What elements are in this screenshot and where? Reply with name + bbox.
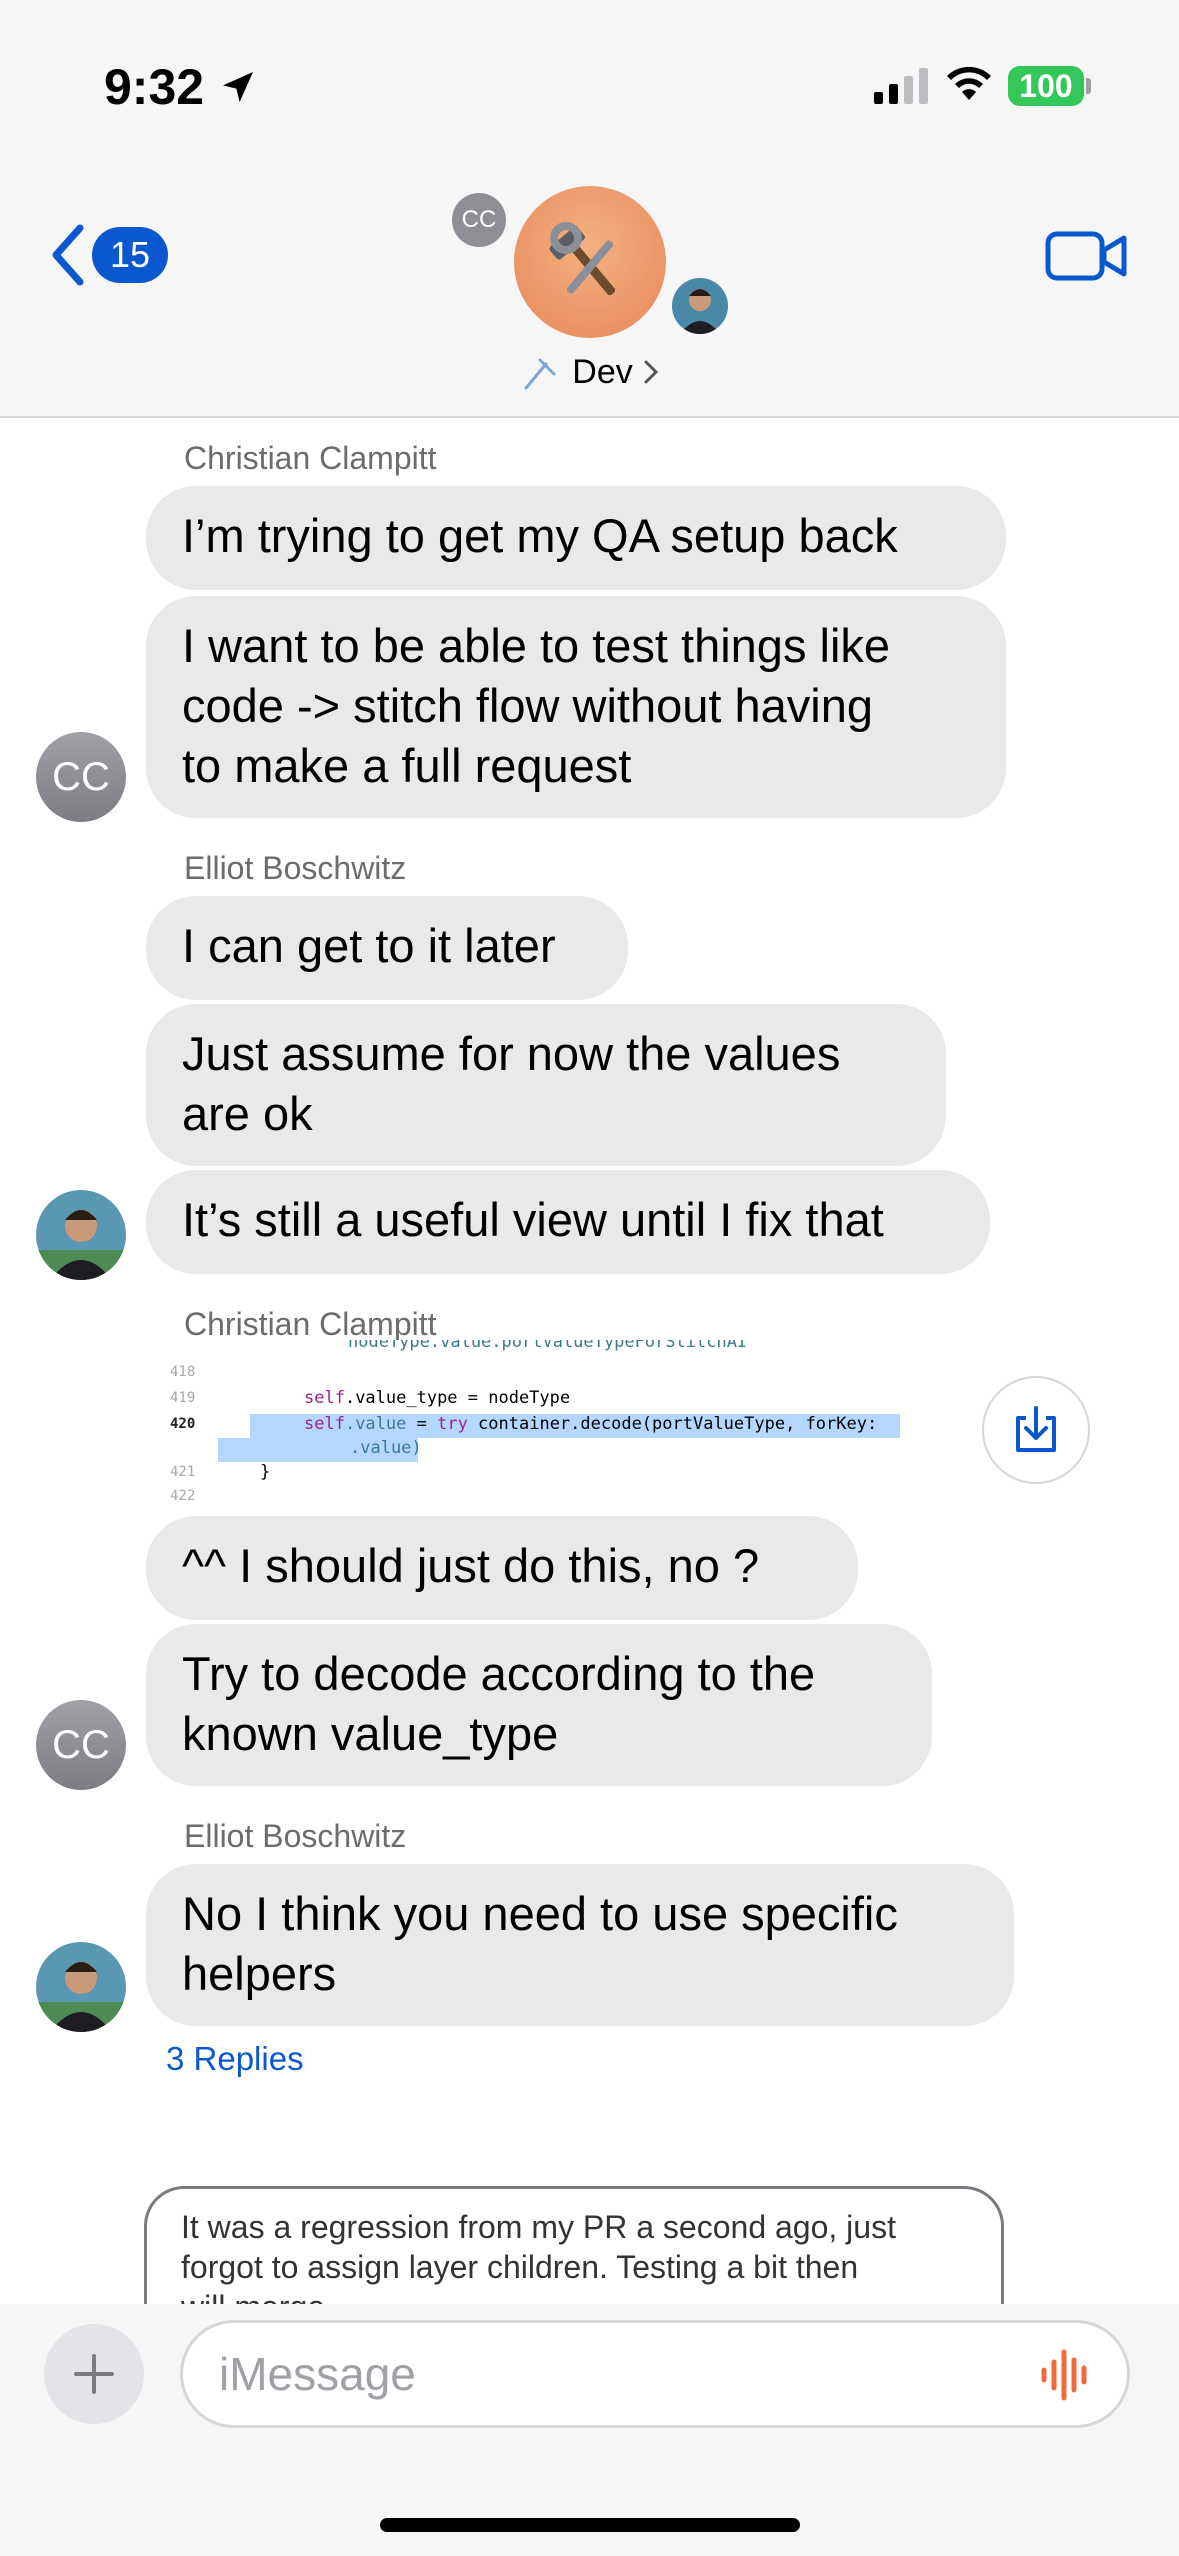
message-input-placeholder: iMessage	[219, 2348, 416, 2400]
location-arrow-icon	[223, 72, 254, 102]
thread-replies-link[interactable]: 3 Replies	[166, 2040, 304, 2078]
group-name-button[interactable]: Dev	[0, 352, 1179, 392]
sender-name: Elliot Boschwitz	[184, 1818, 407, 1854]
message-bubble[interactable]: It’s still a useful view until I fix tha…	[146, 1170, 990, 1274]
line-number: 421	[170, 1464, 196, 1480]
line-number: 422	[170, 1488, 196, 1504]
code-keyword: self	[304, 1414, 345, 1434]
download-tray-icon	[1016, 1406, 1056, 1452]
message-text: It’s still a useful view until I fix tha…	[182, 1193, 884, 1246]
message-text: No I think you need to use specific	[182, 1887, 898, 1940]
cellular-signal-icon	[874, 68, 928, 104]
code-line: self.value_type = nodeType	[304, 1388, 570, 1412]
audio-waveform-icon[interactable]	[1036, 2348, 1096, 2402]
avatar[interactable]	[36, 1942, 126, 2032]
member-initials: CC	[461, 206, 497, 233]
message-text: ^^ I should just do this, no ?	[182, 1539, 760, 1592]
reply-preview-bubble[interactable]: It was a regression from my PR a second …	[144, 2186, 1004, 2306]
code-line: .value)	[350, 1438, 422, 1458]
code-text: .value	[344, 1414, 407, 1434]
message-bubble[interactable]: Just assume for now the values are ok	[146, 1004, 946, 1166]
home-indicator	[380, 2518, 800, 2532]
chevron-left-icon	[52, 224, 84, 286]
message-bubble[interactable]: I’m trying to get my QA setup back	[146, 486, 1006, 590]
sender-name: Elliot Boschwitz	[184, 850, 407, 886]
reply-preview-text: forgot to assign layer children. Testing…	[181, 2249, 859, 2285]
line-number: 420	[170, 1416, 196, 1432]
avatar[interactable]	[36, 1190, 126, 1280]
message-input[interactable]: iMessage	[180, 2320, 1130, 2428]
message-bubble[interactable]: ^^ I should just do this, no ?	[146, 1516, 858, 1620]
avatar-initials: CC	[52, 754, 110, 799]
code-line: nodeType.value.portValueTypeForStitchAI	[348, 1340, 748, 1352]
avatar[interactable]: CC	[36, 732, 126, 822]
battery-indicator: 100	[1008, 66, 1084, 106]
status-bar-time: 9:32	[104, 58, 258, 116]
hammer-wrench-icon	[549, 222, 616, 296]
sender-name: Christian Clampitt	[184, 1306, 437, 1342]
code-text: .value_type = nodeType	[344, 1388, 571, 1408]
back-button[interactable]: 15	[48, 222, 169, 288]
reply-preview-text: It was a regression from my PR a second …	[181, 2209, 896, 2245]
person-photo-icon	[672, 278, 728, 334]
code-text: =	[406, 1414, 438, 1434]
person-photo-icon	[36, 1190, 126, 1280]
battery-cap	[1086, 78, 1091, 94]
group-avatar[interactable]	[514, 186, 666, 338]
message-text: helpers	[182, 1947, 337, 2000]
conversation-header: 9:32 100 15 CC Dev	[0, 0, 1179, 418]
sender-name: Christian Clampitt	[184, 440, 437, 476]
time-text: 9:32	[104, 59, 205, 115]
member-avatar-cc: CC	[452, 193, 506, 247]
message-text: to make a full request	[182, 739, 632, 792]
message-text: I want to be able to test things like	[182, 619, 891, 672]
line-number: 419	[170, 1390, 196, 1406]
message-text: I can get to it later	[182, 919, 556, 972]
code-screenshot-attachment[interactable]: nodeType.value.portValueTypeForStitchAI …	[160, 1340, 940, 1508]
group-name: Dev	[572, 352, 633, 391]
wifi-icon	[947, 66, 991, 100]
member-avatar-photo	[672, 278, 728, 334]
unread-count-badge: 15	[92, 227, 169, 283]
chevron-right-icon	[644, 360, 658, 384]
message-bubble[interactable]: I want to be able to test things like co…	[146, 596, 1006, 818]
code-line: self.value = try container.decode(portVa…	[304, 1414, 877, 1438]
person-photo-icon	[36, 1942, 126, 2032]
pin-icon	[524, 358, 556, 390]
code-keyword: try	[437, 1414, 468, 1434]
code-line: }	[260, 1462, 271, 1482]
plus-icon	[74, 2354, 114, 2394]
line-number: 418	[170, 1364, 196, 1380]
add-attachment-button[interactable]	[44, 2324, 144, 2424]
video-call-icon[interactable]	[1044, 228, 1128, 284]
message-text: known value_type	[182, 1707, 559, 1760]
message-text: Just assume for now the values	[182, 1027, 841, 1080]
message-text: I’m trying to get my QA setup back	[182, 509, 898, 562]
code-keyword: self	[304, 1388, 345, 1408]
message-bubble[interactable]: Try to decode according to the known val…	[146, 1624, 932, 1786]
avatar-initials: CC	[52, 1722, 110, 1767]
code-text: container.decode(portValueType, forKey:	[467, 1414, 878, 1434]
message-text: code -> stitch flow without having	[182, 679, 874, 732]
avatar[interactable]: CC	[36, 1700, 126, 1790]
save-attachment-button[interactable]	[982, 1376, 1090, 1484]
message-bubble[interactable]: No I think you need to use specific help…	[146, 1864, 1014, 2026]
message-bubble[interactable]: I can get to it later	[146, 896, 628, 1000]
message-text: are ok	[182, 1087, 313, 1140]
message-text: Try to decode according to the	[182, 1647, 816, 1700]
